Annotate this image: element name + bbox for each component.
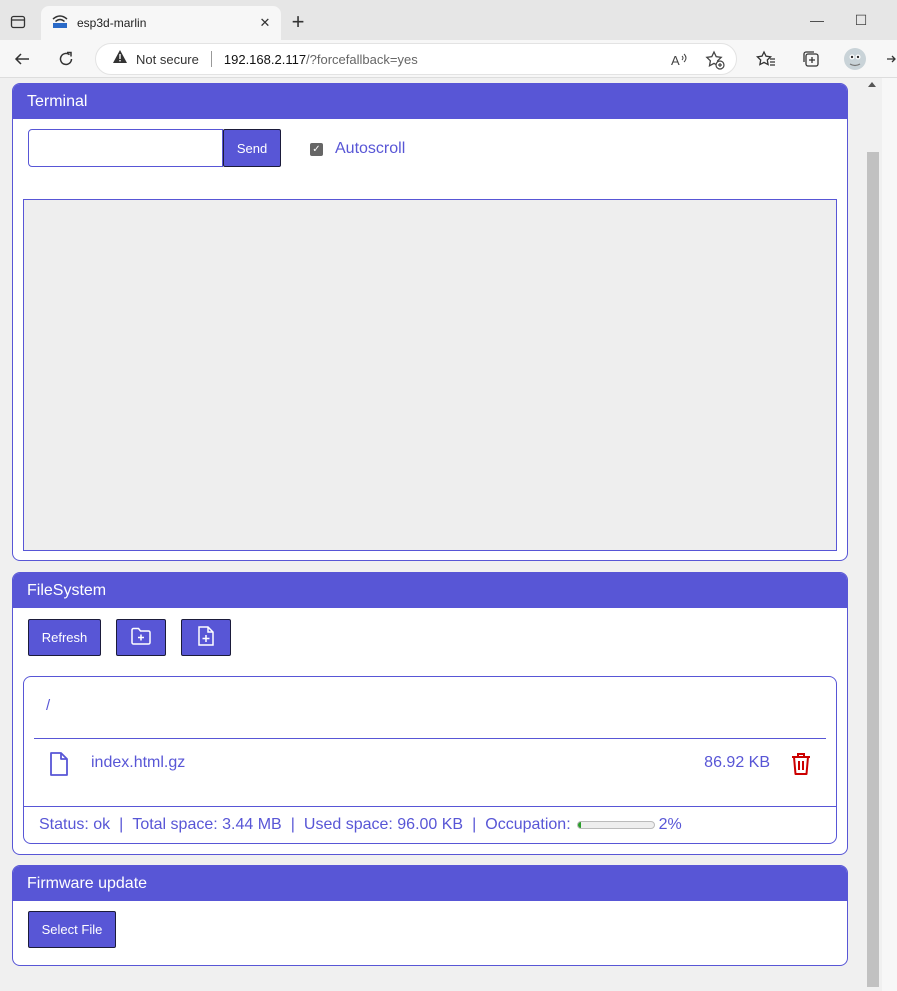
file-row[interactable]: index.html.gz 86.92 KB [24, 749, 836, 779]
url-path: /?forcefallback=yes [306, 51, 418, 67]
path-divider [34, 738, 826, 739]
read-aloud-icon[interactable]: A [668, 49, 690, 71]
terminal-command-input[interactable] [28, 129, 223, 167]
select-file-button[interactable]: Select File [28, 911, 116, 948]
occupation-label: Occupation: [485, 816, 571, 833]
maximize-button[interactable]: ☐ [838, 6, 884, 34]
scroll-up-arrow-icon[interactable] [868, 82, 876, 87]
filesystem-status-bar: Status: ok | Total space: 3.44 MB | Used… [24, 806, 836, 843]
terminal-output[interactable] [23, 199, 837, 551]
page-viewport: Terminal Send ✓ Autoscroll FileSystem Re… [0, 78, 882, 991]
more-menu-icon[interactable] [884, 46, 897, 72]
address-bar[interactable]: Not secure 192.168.2.117/?forcefallback=… [95, 43, 737, 75]
occupation-progress-bar [576, 821, 655, 829]
filesystem-panel: FileSystem Refresh / index.html.gz 86.92… [12, 572, 848, 855]
send-button[interactable]: Send [223, 129, 281, 167]
create-folder-button[interactable] [116, 619, 166, 656]
firmware-panel: Firmware update Select File [12, 865, 848, 966]
tab-title: esp3d-marlin [77, 16, 147, 30]
profile-avatar[interactable] [842, 46, 868, 72]
collections-icon[interactable] [798, 46, 824, 72]
browser-tab[interactable]: esp3d-marlin ✕ [41, 6, 281, 40]
file-size: 86.92 KB [704, 754, 770, 771]
status-separator: | [290, 816, 295, 833]
page-scrollbar[interactable] [864, 78, 882, 991]
firmware-header: Firmware update [13, 866, 847, 901]
status-separator: | [472, 816, 477, 833]
file-icon [48, 751, 70, 777]
not-secure-label[interactable]: Not secure [136, 52, 199, 67]
delete-file-icon[interactable] [790, 751, 812, 777]
omnibox-divider [210, 51, 212, 67]
reload-button[interactable] [52, 45, 80, 73]
refresh-button[interactable]: Refresh [28, 619, 101, 656]
status-separator: | [119, 816, 124, 833]
add-favorite-icon[interactable] [704, 49, 726, 71]
back-button[interactable] [8, 45, 36, 73]
favorites-icon[interactable] [753, 46, 779, 72]
esp3d-favicon-icon [51, 13, 69, 34]
minimize-button[interactable]: — [794, 6, 840, 34]
autoscroll-checkbox[interactable]: ✓ [310, 143, 323, 156]
occupation-progress-fill [577, 822, 581, 828]
used-space: Used space: 96.00 KB [303, 816, 464, 833]
browser-tab-bar: esp3d-marlin ✕ + — ☐ [0, 0, 897, 40]
tab-close-icon[interactable]: ✕ [253, 11, 277, 35]
url-host: 192.168.2.117 [223, 51, 307, 67]
current-path[interactable]: / [46, 697, 50, 714]
browser-side-edge [882, 78, 897, 991]
file-browser: / index.html.gz 86.92 KB Status: ok | To… [23, 676, 837, 844]
browser-toolbar: Not secure 192.168.2.117/?forcefallback=… [0, 40, 897, 78]
file-plus-icon [197, 625, 215, 650]
svg-text:A: A [671, 53, 680, 68]
warning-icon[interactable] [112, 49, 128, 69]
tab-actions-icon[interactable] [4, 8, 32, 36]
terminal-header: Terminal [13, 84, 847, 119]
status-text: Status: ok [39, 816, 111, 833]
scrollbar-thumb[interactable] [867, 152, 879, 987]
filesystem-header: FileSystem [13, 573, 847, 608]
file-name[interactable]: index.html.gz [91, 754, 185, 772]
new-tab-button[interactable]: + [284, 8, 312, 36]
total-space: Total space: 3.44 MB [132, 816, 282, 833]
upload-file-button[interactable] [181, 619, 231, 656]
terminal-panel: Terminal Send ✓ Autoscroll [12, 83, 848, 561]
occupation-value: 2% [658, 816, 682, 833]
autoscroll-label[interactable]: Autoscroll [335, 140, 405, 158]
folder-plus-icon [130, 626, 152, 649]
